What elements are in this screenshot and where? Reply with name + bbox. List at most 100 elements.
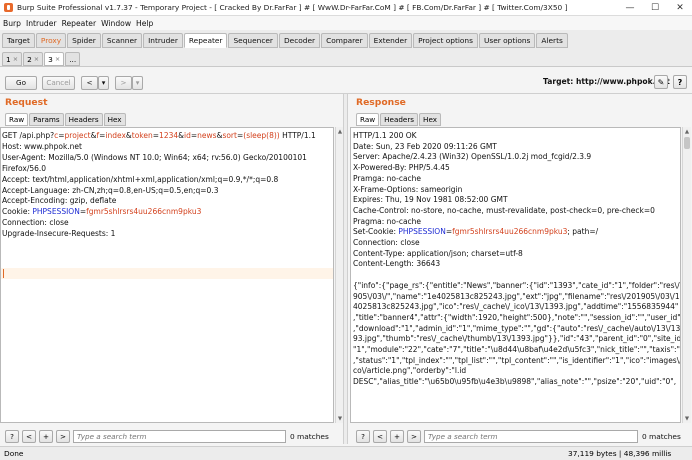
menu-burp[interactable]: Burp: [3, 19, 21, 28]
response-size-time: 37,119 bytes | 48,396 millis: [568, 449, 672, 458]
tab-decoder[interactable]: Decoder: [278, 33, 321, 48]
minimize-button[interactable]: —: [618, 0, 642, 16]
request-tab-params[interactable]: Params: [29, 113, 64, 126]
search-next-button[interactable]: >: [407, 429, 421, 443]
repeater-tab-1[interactable]: 1 ×: [2, 52, 23, 66]
tab-sequencer[interactable]: Sequencer: [228, 33, 278, 48]
response-body-line: 93.jpg","thumb":"res\/_cache\/thumb\/13\…: [353, 334, 681, 344]
response-body-line: DESC","alias_title":"\u65b0\u95fb\u4e3b\…: [353, 377, 677, 387]
tab-comparer[interactable]: Comparer: [321, 33, 368, 48]
response-body-line: ,"download":"1","admin_id":"1","mime_typ…: [353, 323, 681, 333]
http-version: HTTP/1.1: [279, 131, 316, 140]
response-header-line: Content-Type: application/json; charset=…: [353, 248, 523, 258]
repeater-tab-2[interactable]: 2 ×: [23, 52, 44, 66]
response-tab-headers[interactable]: Headers: [380, 113, 419, 126]
request-tab-headers[interactable]: Headers: [64, 113, 103, 126]
tab-proxy[interactable]: Proxy: [35, 33, 67, 48]
request-tab-raw[interactable]: Raw: [5, 113, 29, 126]
response-header-line: Pramga: no-cache: [353, 173, 422, 183]
close-button[interactable]: ✕: [668, 0, 692, 16]
tab-target[interactable]: Target: [2, 33, 35, 48]
param-name: sort: [222, 131, 237, 140]
request-search-input[interactable]: [73, 429, 286, 443]
response-scrollbar[interactable]: ▲ ▼: [682, 127, 691, 423]
request-view-tabs: Raw Params Headers Hex: [5, 113, 127, 126]
go-button[interactable]: Go: [5, 75, 37, 90]
edit-target-icon[interactable]: ✎: [654, 75, 668, 89]
param-value: (sleep(8)): [243, 131, 280, 140]
search-help-button[interactable]: ?: [5, 429, 19, 443]
response-header-line: X-Frame-Options: sameorigin: [353, 184, 463, 194]
repeater-subtab-bar: 1 × 2 × 3 × ...: [0, 50, 692, 66]
request-header-line: Firefox/56.0: [2, 163, 47, 173]
request-header-line: Accept: text/html,application/xhtml+xml,…: [2, 174, 279, 184]
request-header-line: Accept-Encoding: gzip, deflate: [2, 196, 117, 206]
search-next-button[interactable]: >: [56, 429, 70, 443]
response-header-line: Connection: close: [353, 238, 420, 248]
tab-alerts[interactable]: Alerts: [536, 33, 568, 48]
status-text: Done: [4, 449, 24, 458]
response-body-line: ,"status":"1","tpl_index":"","tpl_list":…: [353, 355, 681, 365]
close-tab-icon[interactable]: ×: [55, 55, 60, 63]
close-tab-icon[interactable]: ×: [13, 55, 18, 63]
back-button[interactable]: <: [81, 75, 98, 90]
response-text: HTTP/1.1 200 OK Date: Sun, 23 Feb 2020 0…: [353, 131, 681, 388]
tab-intruder[interactable]: Intruder: [143, 33, 183, 48]
response-view-tabs: Raw Headers Hex: [356, 113, 442, 126]
tab-spider[interactable]: Spider: [67, 33, 101, 48]
request-search-bar: ? < + > 0 matches: [5, 429, 329, 443]
response-header-line: Content-Length: 36643: [353, 259, 441, 269]
param-name: id: [184, 131, 191, 140]
cookie-value: fgmr5shlrsrs4uu266cnm9pku3: [452, 227, 568, 237]
repeater-tab-label: 3: [48, 54, 53, 64]
response-tab-hex[interactable]: Hex: [419, 113, 442, 126]
search-add-button[interactable]: +: [39, 429, 53, 443]
search-prev-button[interactable]: <: [22, 429, 36, 443]
tab-extender[interactable]: Extender: [368, 33, 413, 48]
cancel-button[interactable]: Cancel: [42, 75, 75, 90]
search-help-button[interactable]: ?: [356, 429, 370, 443]
search-prev-button[interactable]: <: [373, 429, 387, 443]
scroll-up-icon[interactable]: ▲: [683, 127, 691, 136]
response-search-input[interactable]: [424, 429, 638, 443]
menu-bar: Burp Intruder Repeater Window Help: [0, 16, 692, 30]
help-icon[interactable]: ?: [673, 75, 687, 89]
scroll-thumb[interactable]: [684, 137, 690, 149]
menu-intruder[interactable]: Intruder: [26, 19, 57, 28]
response-body-line: "1","module":"22","cate":"7","title":"\u…: [353, 345, 681, 355]
cookie-name: PHPSESSION: [398, 227, 446, 237]
request-header-line: Connection: close: [2, 218, 69, 228]
request-tab-hex[interactable]: Hex: [103, 113, 126, 126]
tab-scanner[interactable]: Scanner: [101, 33, 143, 48]
repeater-tab-new[interactable]: ...: [65, 52, 81, 66]
tab-project-options[interactable]: Project options: [413, 33, 478, 48]
target-label: Target: http://www.phpok.net: [543, 77, 670, 86]
tab-repeater[interactable]: Repeater: [183, 33, 228, 48]
search-add-button[interactable]: +: [390, 429, 404, 443]
response-editor[interactable]: HTTP/1.1 200 OK Date: Sun, 23 Feb 2020 0…: [350, 127, 681, 423]
request-text: GET /api.php?c=project&f=index&token=123…: [2, 131, 316, 240]
request-editor[interactable]: GET /api.php?c=project&f=index&token=123…: [0, 127, 334, 423]
text-cursor: [3, 269, 4, 278]
maximize-button[interactable]: ☐: [643, 0, 667, 16]
forward-history-dropdown[interactable]: ▾: [132, 75, 143, 90]
request-title: Request: [5, 97, 48, 108]
cookie-name: PHPSESSION: [32, 207, 80, 217]
repeater-toolbar: Go Cancel < ▾ > ▾: [5, 75, 143, 90]
pane-splitter[interactable]: [343, 94, 348, 444]
request-method-path: GET /api.php?: [2, 131, 55, 140]
forward-button[interactable]: >: [115, 75, 132, 90]
close-tab-icon[interactable]: ×: [34, 55, 39, 63]
scroll-down-icon[interactable]: ▼: [683, 414, 691, 423]
response-header-line: Server: Apache/2.4.23 (Win32) OpenSSL/1.…: [353, 152, 592, 162]
menu-window[interactable]: Window: [101, 19, 131, 28]
tab-user-options[interactable]: User options: [478, 33, 536, 48]
menu-help[interactable]: Help: [136, 19, 153, 28]
response-tab-raw[interactable]: Raw: [356, 113, 380, 126]
menu-repeater[interactable]: Repeater: [62, 19, 97, 28]
repeater-tab-3[interactable]: 3 ×: [44, 52, 65, 66]
back-history-dropdown[interactable]: ▾: [98, 75, 109, 90]
param-value: project: [64, 131, 91, 140]
response-match-count: 0 matches: [642, 431, 681, 441]
